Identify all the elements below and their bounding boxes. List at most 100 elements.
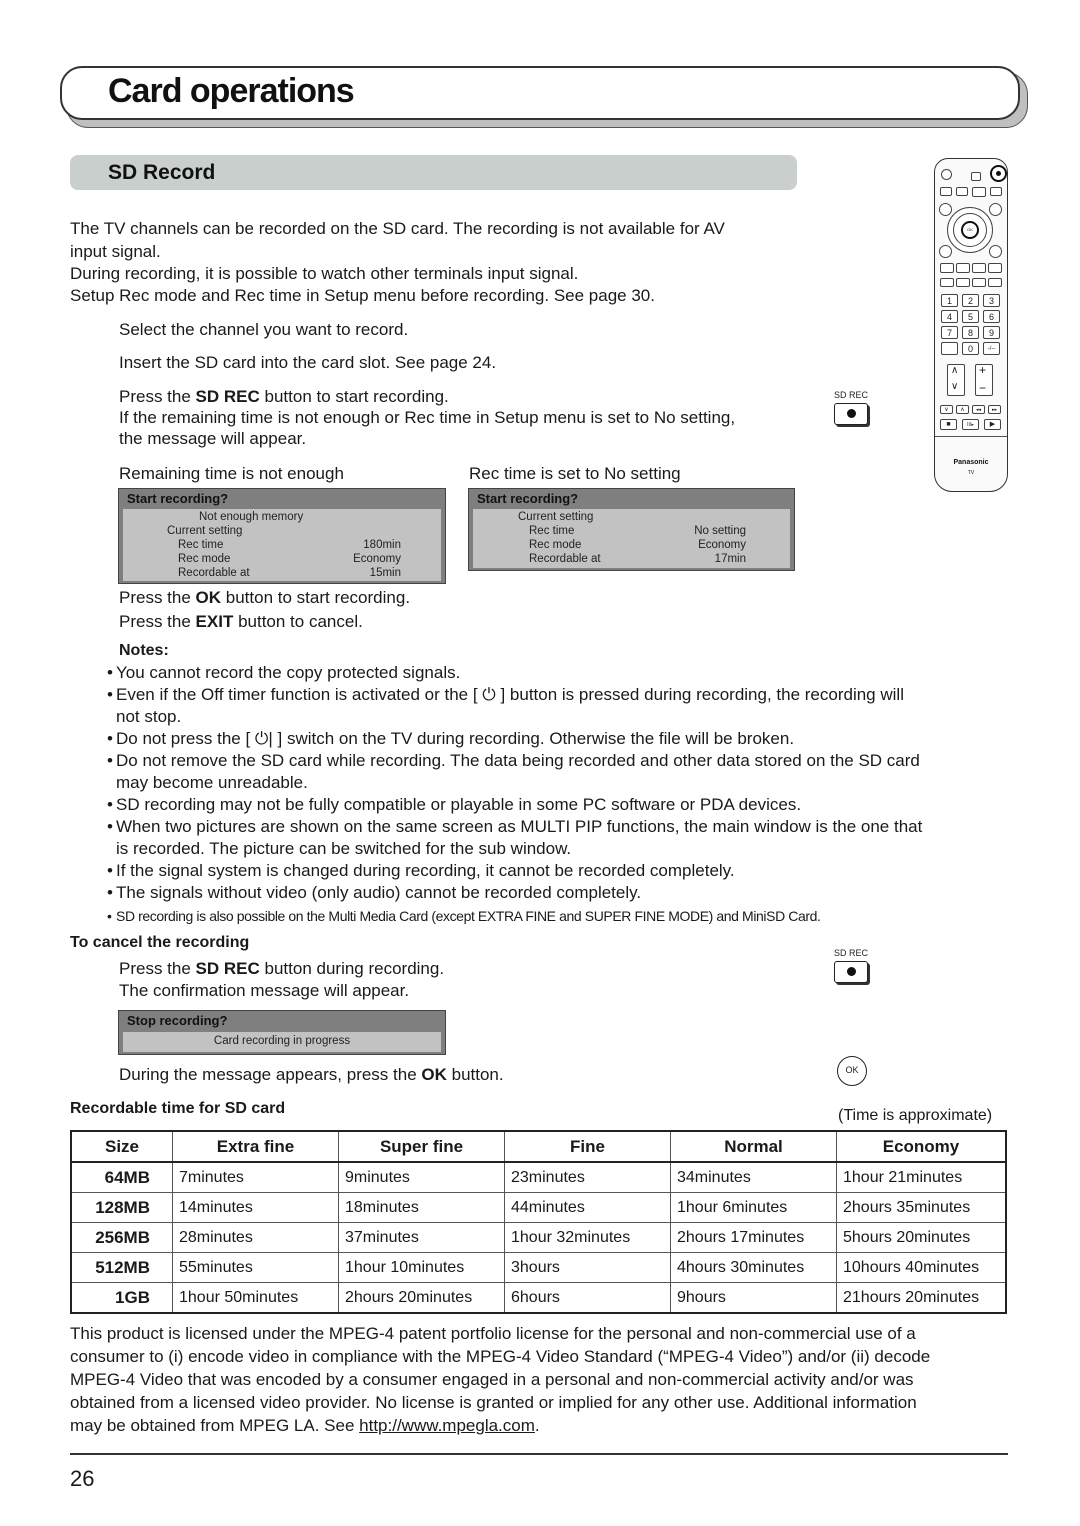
dialog-row-label: Rec time [529, 525, 575, 537]
pause-play-icon: II/▸ [962, 419, 979, 430]
cell-size: 256MB [70, 1222, 173, 1253]
chevron-up-icon: ∧ [951, 365, 959, 376]
digit-key: 7 [941, 326, 958, 339]
remote-key [939, 245, 952, 258]
table-header-row: Size Extra fine Super fine Fine Normal E… [70, 1130, 1007, 1163]
table-cell: 9hours [670, 1282, 837, 1314]
note-item: • The signals without video (only audio) … [107, 883, 642, 902]
table-cell: 4hours 30minutes [670, 1252, 837, 1283]
table-cell: 14minutes [172, 1192, 339, 1223]
step-3: Press the SD REC button to start recordi… [119, 387, 449, 406]
table-cell: 1hour 50minutes [172, 1282, 339, 1314]
plus-icon: + [979, 363, 987, 377]
dialog-message: Card recording in progress [213, 1035, 351, 1047]
table-cell: 28minutes [172, 1222, 339, 1253]
table-cell: 1hour 10minutes [338, 1252, 505, 1283]
note-item: • If the signal system is changed during … [107, 861, 735, 880]
dialog-row-value: Economy [353, 553, 401, 565]
digit-key: 3 [983, 294, 1000, 307]
cell-size: 64MB [70, 1161, 173, 1193]
rewind-icon: ◂◂ [972, 405, 985, 414]
table-cell: 18minutes [338, 1192, 505, 1223]
press-exit-instruction: Press the EXIT button to cancel. [119, 612, 363, 631]
digit-key: 8 [962, 326, 979, 339]
license-text: obtained from a licensed video provider.… [70, 1393, 917, 1412]
table-cell: 5hours 20minutes [836, 1222, 1007, 1253]
digit-key: 1 [941, 294, 958, 307]
fast-forward-icon: ▸▸ [988, 405, 1001, 414]
dash-key: -/-- [983, 342, 1000, 355]
sd-rec-button-icon [834, 403, 868, 425]
remote-key [940, 187, 952, 196]
remote-key [940, 278, 954, 287]
remote-control-illustration: OK 1 2 3 4 5 6 7 8 9 0 -/-- ∧ ∨ + − ∨ ∧ … [934, 158, 1008, 492]
dialog-row-value: 17min [714, 553, 746, 565]
step-1: Select the channel you want to record. [119, 320, 409, 339]
color-key [956, 263, 970, 273]
table-row: 128MB 14minutes 18minutes 44minutes 1hou… [70, 1192, 1007, 1223]
digit-key: 5 [962, 310, 979, 323]
table-cell: 1hour 32minutes [504, 1222, 671, 1253]
color-key [940, 263, 954, 273]
note-item-continued: not stop. [116, 707, 182, 726]
dialog-row-label: Recordable at [178, 567, 250, 579]
press-ok-to-stop: During the message appears, press the OK… [119, 1065, 504, 1084]
chevron-down-icon: ∨ [951, 381, 959, 392]
dialog-row-label: Rec time [178, 539, 224, 551]
remote-key [939, 203, 952, 216]
remote-key [972, 187, 986, 197]
ok-button-icon: OK [837, 1056, 867, 1086]
table-cell: 2hours 20minutes [338, 1282, 505, 1314]
dialog-body: Not enough memory Current setting Rec ti… [123, 509, 441, 581]
column-header: Normal [670, 1130, 837, 1163]
color-key [972, 263, 986, 273]
table-cell: 7minutes [172, 1161, 339, 1193]
remote-key [971, 172, 981, 181]
license-text: This product is licensed under the MPEG-… [70, 1324, 916, 1343]
stop-icon: ■ [940, 419, 957, 430]
table-cell: 55minutes [172, 1252, 339, 1283]
table-cell: 1hour 6minutes [670, 1192, 837, 1223]
cell-size: 1GB [70, 1282, 173, 1314]
caption-not-enough: Remaining time is not enough [119, 464, 344, 483]
dialog-row-value: 180min [363, 539, 401, 551]
note-item: • You cannot record the copy protected si… [107, 663, 461, 682]
dialog-row-label: Rec mode [178, 553, 231, 565]
table-note: (Time is approximate) [838, 1107, 993, 1124]
dialog-row-label: Recordable at [529, 553, 601, 565]
sd-rec-button-icon [834, 961, 868, 983]
table-row: 64MB 7minutes 9minutes 23minutes 34minut… [70, 1161, 1007, 1193]
notes-heading: Notes: [119, 642, 169, 659]
dialog-current-setting: Current setting [167, 525, 243, 537]
sd-rec-label: SD REC [834, 390, 869, 400]
table-cell: 23minutes [504, 1161, 671, 1193]
table-cell: 6hours [504, 1282, 671, 1314]
cancel-instruction: The confirmation message will appear. [119, 981, 410, 1000]
table-cell: 34minutes [670, 1161, 837, 1193]
dialog-row-value: Economy [698, 539, 746, 551]
play-icon: ▶ [984, 419, 1001, 430]
digit-key: 9 [983, 326, 1000, 339]
mpegla-link[interactable]: http://www.mpegla.com [359, 1416, 535, 1435]
dialog-title: Start recording? [127, 491, 229, 506]
section-title: SD Record [108, 161, 216, 184]
table-cell: 2hours 35minutes [836, 1192, 1007, 1223]
input-key [941, 342, 958, 355]
dialog-title: Start recording? [477, 491, 579, 506]
remote-key [989, 245, 1002, 258]
remote-brand-logo: Panasonic [953, 459, 989, 466]
remote-key [972, 278, 986, 287]
table-heading: Recordable time for SD card [70, 1100, 286, 1117]
table-row: 256MB 28minutes 37minutes 1hour 32minute… [70, 1222, 1007, 1253]
note-item-continued: is recorded. The picture can be switched… [116, 839, 572, 858]
ok-key-highlight: OK [961, 221, 979, 239]
intro-line: During recording, it is possible to watc… [70, 264, 579, 283]
dialog-start-recording-not-enough: Start recording? Not enough memory Curre… [118, 488, 446, 584]
note-item: • SD recording may not be fully compatibl… [107, 795, 802, 814]
cell-size: 128MB [70, 1192, 173, 1223]
intro-line: Setup Rec mode and Rec time in Setup men… [70, 286, 655, 305]
license-text: consumer to (i) encode video in complian… [70, 1347, 931, 1366]
table-row: 1GB 1hour 50minutes 2hours 20minutes 6ho… [70, 1282, 1007, 1314]
dialog-row-label: Rec mode [529, 539, 582, 551]
page-title: Card operations [108, 72, 355, 110]
